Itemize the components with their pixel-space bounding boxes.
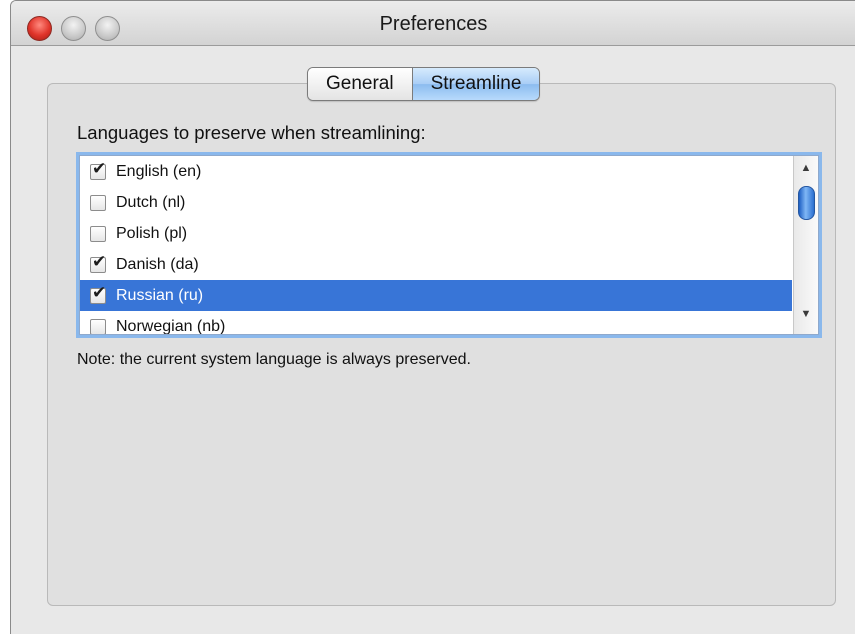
list-item[interactable]: Dutch (nl) (80, 187, 792, 218)
languages-list[interactable]: ✔ English (en) Dutch (nl) Polish (pl) ✔ Danis… (79, 155, 819, 335)
window-title: Preferences (379, 13, 488, 35)
list-item[interactable]: ✔ English (en) (80, 156, 792, 187)
language-label: English (en) (116, 162, 202, 180)
language-checkbox[interactable] (90, 225, 106, 242)
language-label: Dutch (nl) (116, 193, 186, 211)
list-item[interactable]: ✔ Russian (ru) (80, 280, 792, 311)
vertical-scrollbar[interactable]: ▲ ▼ (793, 156, 818, 334)
language-checkbox[interactable] (90, 318, 106, 334)
preferences-window: Preferences General Streamline Languages… (10, 0, 855, 634)
arrow-down-icon[interactable]: ▼ (794, 308, 818, 320)
language-checkbox[interactable]: ✔ (90, 252, 106, 273)
checkmark-icon: ✔ (92, 282, 107, 302)
checkmark-icon: ✔ (92, 158, 107, 178)
language-label: Russian (ru) (116, 286, 204, 304)
languages-list-items: ✔ English (en) Dutch (nl) Polish (pl) ✔ Danis… (80, 156, 792, 335)
language-label: Danish (da) (116, 255, 199, 273)
arrow-up-icon[interactable]: ▲ (794, 162, 818, 174)
tab-general[interactable]: General (308, 68, 412, 100)
language-label: Norwegian (nb) (116, 317, 226, 335)
title-bar[interactable]: Preferences (11, 1, 855, 46)
list-item[interactable]: ✔ Danish (da) (80, 249, 792, 280)
tab-streamline[interactable]: Streamline (411, 68, 540, 100)
languages-section-label: Languages to preserve when streamlining: (77, 122, 426, 143)
list-item[interactable]: Norwegian (nb) (80, 311, 792, 335)
language-checkbox[interactable]: ✔ (90, 283, 106, 304)
system-language-note: Note: the current system language is alw… (77, 351, 471, 368)
language-checkbox[interactable]: ✔ (90, 159, 106, 180)
tab-bar: General Streamline (307, 67, 541, 101)
language-checkbox[interactable] (90, 194, 106, 211)
language-label: Polish (pl) (116, 224, 188, 242)
checkmark-icon: ✔ (92, 251, 107, 271)
list-item[interactable]: Polish (pl) (80, 218, 792, 249)
scrollbar-thumb[interactable] (798, 186, 815, 220)
